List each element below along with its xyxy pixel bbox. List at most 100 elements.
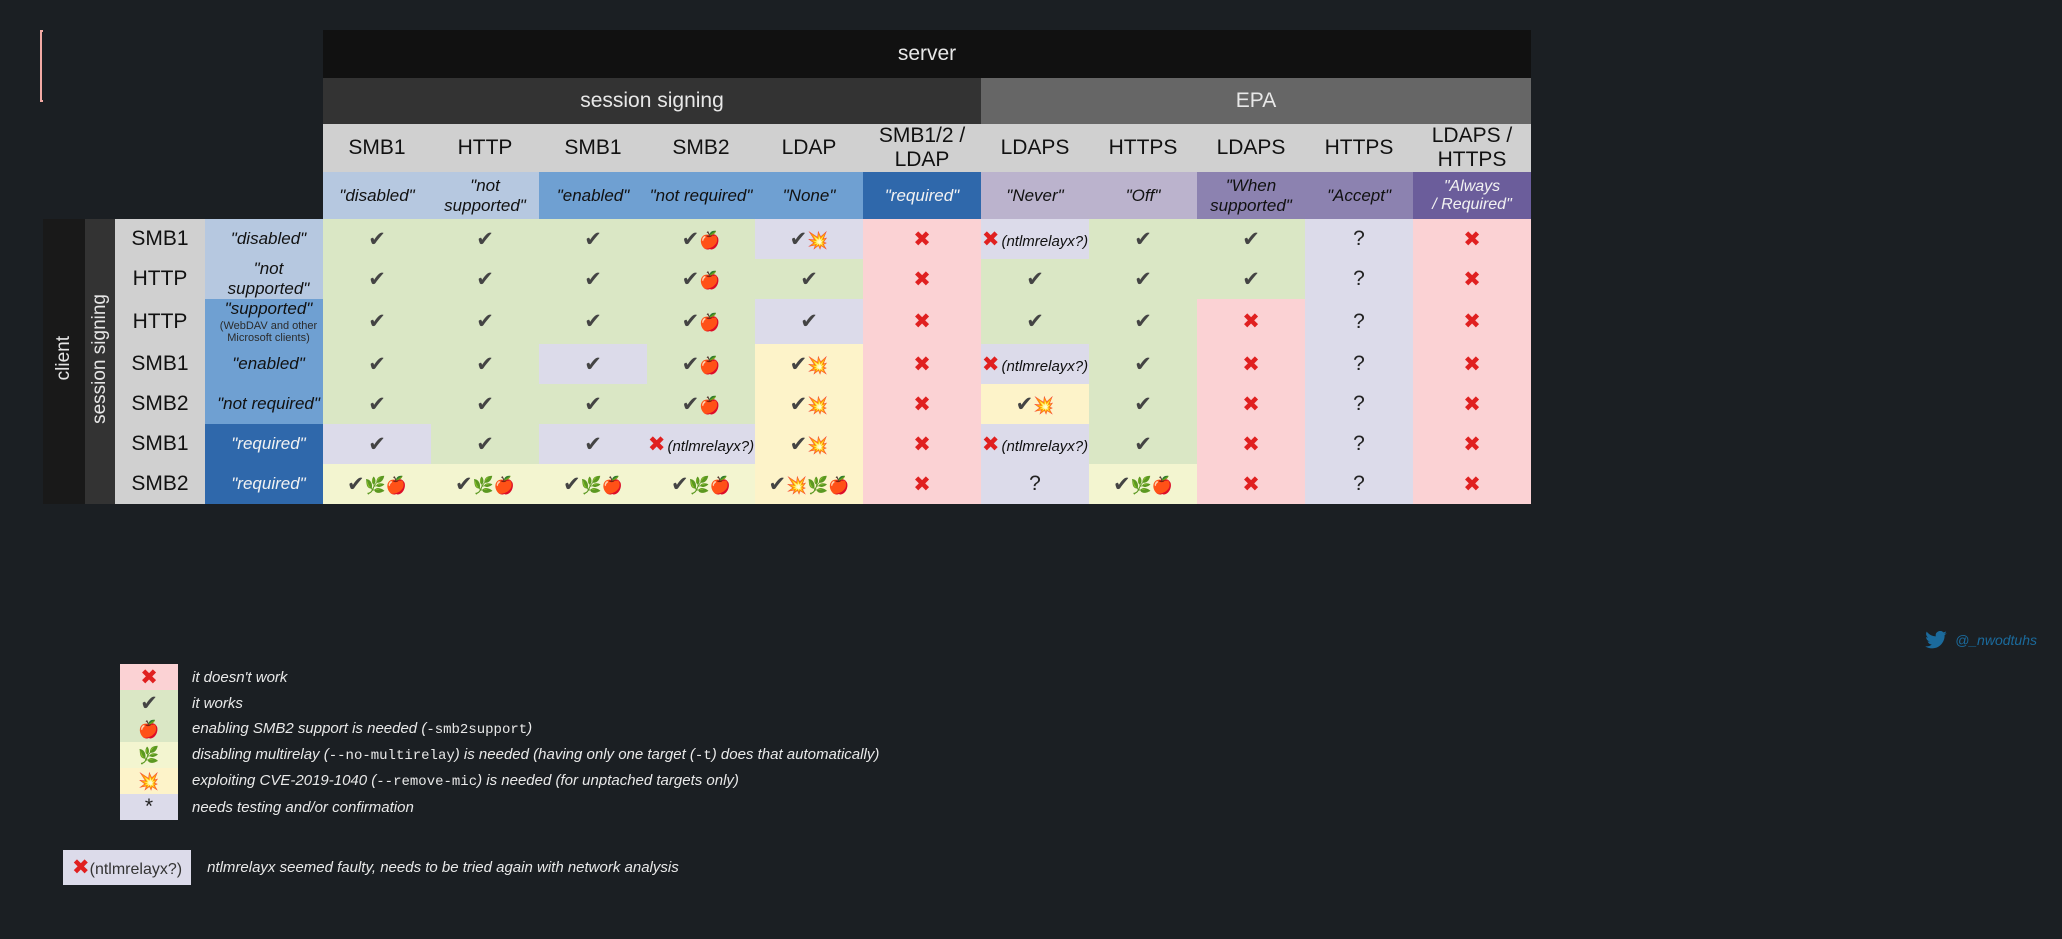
legend-item: *needs testing and/or confirmation xyxy=(120,794,879,820)
matrix-cell[interactable]: ✔ xyxy=(323,219,431,259)
matrix-cell[interactable]: ✖ xyxy=(863,384,981,424)
matrix-cell[interactable]: ✔ xyxy=(539,299,647,344)
matrix-cell[interactable]: ? xyxy=(1305,259,1413,299)
matrix-cell[interactable]: ✔ xyxy=(323,384,431,424)
row-header-protocol: SMB1 xyxy=(115,424,205,464)
matrix-cell[interactable]: ✔ xyxy=(1089,344,1197,384)
matrix-cell[interactable]: ✖ xyxy=(1197,464,1305,504)
matrix-cell[interactable]: ✔🍎 xyxy=(647,384,755,424)
column-header-protocol: SMB1 xyxy=(539,124,647,172)
matrix-cell[interactable]: ✔ xyxy=(981,259,1089,299)
twitter-credit[interactable]: @_nwodtuhs xyxy=(1925,631,2037,649)
matrix-cell[interactable]: ✖ xyxy=(863,299,981,344)
matrix-cell[interactable]: ✔ xyxy=(1089,424,1197,464)
matrix-cell[interactable]: ✖ xyxy=(1413,219,1531,259)
matrix-cell[interactable]: ✔🍎 xyxy=(647,299,755,344)
matrix-cell[interactable]: ? xyxy=(1305,344,1413,384)
matrix-cell[interactable]: ✔💥 xyxy=(981,384,1089,424)
row-header-protocol: HTTP xyxy=(115,299,205,344)
matrix-cell[interactable]: ? xyxy=(1305,299,1413,344)
matrix-cell[interactable]: ✔ xyxy=(539,344,647,384)
herb-icon: 🌿 xyxy=(473,476,494,495)
matrix-cell[interactable]: ✖(ntlmrelayx?) xyxy=(647,424,755,464)
matrix-cell[interactable]: ✖ xyxy=(1413,424,1531,464)
matrix-cell[interactable]: ✖ xyxy=(1413,344,1531,384)
check-icon: ✔ xyxy=(1026,268,1044,291)
matrix-cell[interactable]: ? xyxy=(1305,424,1413,464)
matrix-cell[interactable]: ✔💥 xyxy=(755,424,863,464)
matrix-cell[interactable]: ✖(ntlmrelayx?) xyxy=(981,344,1089,384)
matrix-cell[interactable]: ✖ xyxy=(1413,384,1531,424)
matrix-cell[interactable]: ✔ xyxy=(323,259,431,299)
client-session-signing-label: session signing xyxy=(85,219,115,504)
matrix-cell[interactable]: ✔🌿🍎 xyxy=(1089,464,1197,504)
matrix-cell[interactable]: ✔ xyxy=(1089,259,1197,299)
matrix-cell[interactable]: ✔💥🌿🍎 xyxy=(755,464,863,504)
matrix-cell[interactable]: ✔ xyxy=(1197,219,1305,259)
matrix-cell[interactable]: ✖ xyxy=(1197,299,1305,344)
matrix-cell[interactable]: ✔💥 xyxy=(755,219,863,259)
matrix-cell[interactable]: ✖(ntlmrelayx?) xyxy=(981,219,1089,259)
cross-icon: ✖ xyxy=(1242,310,1260,333)
legend-footnote-text: ntlmrelayx seemed faulty, needs to be tr… xyxy=(207,859,679,876)
apple-icon: 🍎 xyxy=(710,476,731,495)
matrix-cell[interactable]: ✔ xyxy=(539,219,647,259)
matrix-cell[interactable]: ✖ xyxy=(1197,344,1305,384)
matrix-cell[interactable]: ✖ xyxy=(1413,299,1531,344)
matrix-cell[interactable]: ✔ xyxy=(431,219,539,259)
question-icon: ? xyxy=(1353,267,1365,290)
matrix-cell[interactable]: ? xyxy=(1305,384,1413,424)
matrix-cell[interactable]: ✔ xyxy=(323,299,431,344)
matrix-cell[interactable]: ✖ xyxy=(863,344,981,384)
matrix-cell[interactable]: ✔ xyxy=(323,424,431,464)
matrix-cell[interactable]: ✔ xyxy=(1089,384,1197,424)
matrix-cell[interactable]: ✖ xyxy=(1413,464,1531,504)
matrix-cell[interactable]: ✔ xyxy=(1197,259,1305,299)
matrix-cell[interactable]: ✔🍎 xyxy=(647,259,755,299)
cross-icon: ✖ xyxy=(1242,433,1260,456)
matrix-cell[interactable]: ✖ xyxy=(863,259,981,299)
herb-icon: 🌿 xyxy=(365,476,386,495)
matrix-cell[interactable]: ✔ xyxy=(981,299,1089,344)
matrix-cell[interactable]: ✖ xyxy=(1197,384,1305,424)
matrix-cell[interactable]: ✔ xyxy=(539,424,647,464)
check-icon: ✔ xyxy=(671,473,689,496)
matrix-cell[interactable]: ✖ xyxy=(1413,259,1531,299)
matrix-cell[interactable]: ✔🍎 xyxy=(647,344,755,384)
matrix-cell[interactable]: ✖(ntlmrelayx?) xyxy=(981,424,1089,464)
check-icon: ✔ xyxy=(584,268,602,291)
matrix-cell[interactable]: ✔🌿🍎 xyxy=(647,464,755,504)
matrix-cell[interactable]: ✖ xyxy=(863,219,981,259)
cross-icon: ✖ xyxy=(72,856,90,879)
matrix-cell[interactable]: ✔ xyxy=(539,384,647,424)
matrix-cell[interactable]: ✔ xyxy=(431,344,539,384)
cross-icon: ✖ xyxy=(913,310,931,333)
matrix-cell[interactable]: ✖ xyxy=(863,464,981,504)
matrix-cell[interactable]: ? xyxy=(1305,219,1413,259)
matrix-cell[interactable]: ✔🌿🍎 xyxy=(539,464,647,504)
matrix-cell[interactable]: ✔🍎 xyxy=(647,219,755,259)
matrix-cell[interactable]: ✔ xyxy=(431,259,539,299)
matrix-cell[interactable]: ✖ xyxy=(863,424,981,464)
matrix-cell[interactable]: ✔ xyxy=(1089,219,1197,259)
matrix-cell[interactable]: ? xyxy=(981,464,1089,504)
matrix-cell[interactable]: ✔💥 xyxy=(755,344,863,384)
matrix-cell[interactable]: ✖ xyxy=(1197,424,1305,464)
matrix-cell[interactable]: ✔🌿🍎 xyxy=(323,464,431,504)
matrix-cell[interactable]: ✔💥 xyxy=(755,384,863,424)
matrix-cell[interactable]: ? xyxy=(1305,464,1413,504)
check-icon: ✔ xyxy=(368,353,386,376)
matrix-cell[interactable]: ✔ xyxy=(431,384,539,424)
cross-icon: ✖ xyxy=(913,393,931,416)
matrix-cell[interactable]: ✔ xyxy=(539,259,647,299)
matrix-cell[interactable]: ✔ xyxy=(431,424,539,464)
legend-text: it works xyxy=(178,690,879,716)
matrix-cell[interactable]: ✔ xyxy=(755,259,863,299)
legend: ✖it doesn't work✔it works🍎enabling SMB2 … xyxy=(120,664,879,820)
matrix-cell[interactable]: ✔ xyxy=(755,299,863,344)
matrix-cell[interactable]: ✔ xyxy=(431,299,539,344)
check-icon: ✔ xyxy=(368,268,386,291)
matrix-cell[interactable]: ✔ xyxy=(1089,299,1197,344)
matrix-cell[interactable]: ✔ xyxy=(323,344,431,384)
matrix-cell[interactable]: ✔🌿🍎 xyxy=(431,464,539,504)
